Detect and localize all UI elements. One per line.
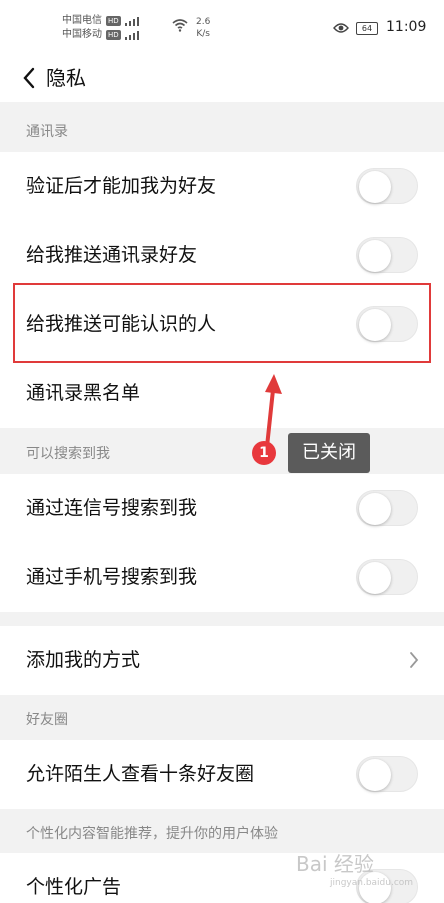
section-label-moments: 好友圈 <box>26 712 68 728</box>
hd-badge: HD <box>106 16 121 26</box>
row-push-maybe-know[interactable]: 给我推送可能认识的人 <box>0 290 444 359</box>
toggle-push-maybe-know[interactable] <box>356 306 418 342</box>
section-label-personalization: 个性化内容智能推荐，提升你的用户体验 <box>26 826 278 842</box>
row-label: 添加我的方式 <box>26 649 141 671</box>
hd-badge: HD <box>106 30 121 40</box>
group-contacts: 验证后才能加我为好友 给我推送通讯录好友 给我推送可能认识的人 通讯录黑名单 <box>0 152 444 428</box>
page-title: 隐私 <box>46 66 86 90</box>
group-add-methods: 添加我的方式 <box>0 626 444 695</box>
chevron-right-icon <box>410 652 419 668</box>
row-push-contacts[interactable]: 给我推送通讯录好友 <box>0 221 444 290</box>
toggle-verify-friend[interactable] <box>356 168 418 204</box>
toggle-knob <box>359 759 391 791</box>
carrier-2: 中国移动 <box>62 29 102 40</box>
row-label: 通讯录黑名单 <box>26 382 141 404</box>
toggle-knob <box>359 562 391 594</box>
section-label-contacts: 通讯录 <box>26 124 68 140</box>
signal-icon <box>124 16 139 26</box>
row-verify-friend[interactable]: 验证后才能加我为好友 <box>0 152 444 221</box>
annotation-tooltip: 已关闭 <box>288 433 370 473</box>
watermark-url: jingyan.baidu.com <box>330 878 414 888</box>
section-label-searchable: 可以搜索到我 <box>26 446 110 462</box>
row-label: 通过手机号搜索到我 <box>26 566 198 588</box>
toggle-knob <box>359 309 391 341</box>
toggle-stranger-moments[interactable] <box>356 756 418 792</box>
group-searchable: 通过连信号搜索到我 通过手机号搜索到我 <box>0 474 444 612</box>
net-speed: 2.6 K/s <box>196 17 211 39</box>
row-label: 给我推送可能认识的人 <box>26 313 217 335</box>
toggle-search-by-phone[interactable] <box>356 559 418 595</box>
toggle-search-by-id[interactable] <box>356 490 418 526</box>
row-search-by-phone[interactable]: 通过手机号搜索到我 <box>0 543 444 612</box>
toggle-knob <box>359 493 391 525</box>
row-label: 允许陌生人查看十条好友圈 <box>26 763 255 785</box>
row-blacklist[interactable]: 通讯录黑名单 <box>0 359 444 428</box>
row-search-by-id[interactable]: 通过连信号搜索到我 <box>0 474 444 543</box>
step-badge: 1 <box>252 441 276 465</box>
row-label: 给我推送通讯录好友 <box>26 244 198 266</box>
carrier-1: 中国电信 <box>62 15 102 26</box>
toggle-push-contacts[interactable] <box>356 237 418 273</box>
group-moments: 允许陌生人查看十条好友圈 <box>0 740 444 809</box>
row-label: 通过连信号搜索到我 <box>26 497 198 519</box>
row-label: 验证后才能加我为好友 <box>26 175 217 197</box>
row-add-methods[interactable]: 添加我的方式 <box>0 626 444 695</box>
eye-icon <box>333 23 349 33</box>
clock: 11:09 <box>386 19 427 35</box>
title-bar: 隐私 <box>0 56 444 102</box>
carrier-info: 中国电信 HD 中国移动 HD <box>62 14 139 42</box>
battery-icon: 64 <box>356 22 378 35</box>
toggle-knob <box>359 171 391 203</box>
row-stranger-moments[interactable]: 允许陌生人查看十条好友圈 <box>0 740 444 809</box>
wifi-icon <box>172 19 188 32</box>
row-label: 个性化广告 <box>26 876 122 898</box>
toggle-knob <box>359 240 391 272</box>
status-bar: 中国电信 HD 中国移动 HD 2.6 K/s 64 11:09 <box>0 0 444 56</box>
signal-icon <box>124 30 139 40</box>
back-arrow-icon[interactable] <box>20 66 38 90</box>
watermark-logo: Bai 经验 <box>296 852 374 876</box>
